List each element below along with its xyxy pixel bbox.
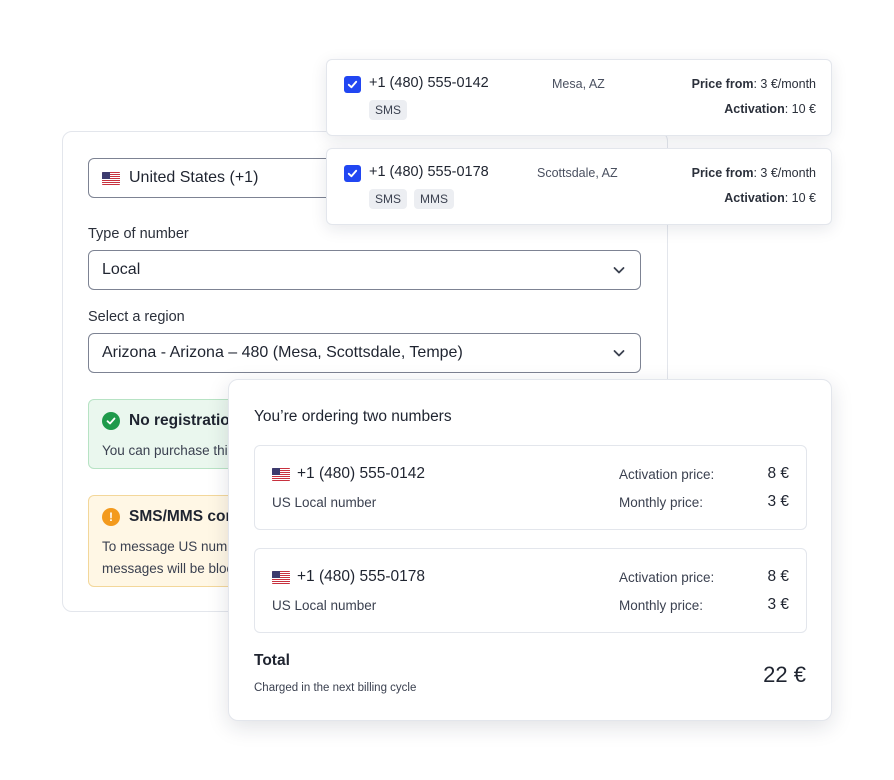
price-from: Price from: 3 €/month (692, 166, 816, 180)
type-of-number-select[interactable]: Local (88, 250, 641, 290)
activation-value: : 10 € (784, 191, 816, 205)
price-from-value: : 3 €/month (753, 77, 816, 91)
phone-number: +1 (480) 555-0178 (369, 164, 489, 180)
number-option-card[interactable]: +1 (480) 555-0178 Scottsdale, AZ SMS MMS… (326, 148, 832, 225)
activation-value: : 10 € (784, 102, 816, 116)
check-circle-icon (102, 412, 120, 430)
line-item-phone: +1 (480) 555-0142 (297, 465, 425, 482)
city-label: Mesa, AZ (552, 77, 605, 91)
city-label: Scottsdale, AZ (537, 166, 618, 180)
price-from-value: : 3 €/month (753, 166, 816, 180)
order-summary-card: You’re ordering two numbers +1 (480) 555… (228, 379, 832, 721)
activation-label: Activation (724, 102, 785, 116)
us-flag-icon (272, 570, 290, 584)
number-checkbox[interactable] (344, 165, 361, 182)
activation-fee: Activation: 10 € (724, 102, 816, 116)
type-of-number-label: Type of number (88, 226, 189, 242)
activation-price-value: 8 € (767, 568, 789, 585)
capability-tag-sms: SMS (369, 100, 408, 120)
line-item-type: US Local number (272, 495, 377, 510)
phone-number: +1 (480) 555-0142 (369, 75, 489, 91)
exclamation-circle-icon: ! (102, 508, 120, 526)
region-select[interactable]: Arizona - Arizona – 480 (Mesa, Scottsdal… (88, 333, 641, 373)
capability-tag-mms: MMS (414, 189, 455, 209)
price-from-label: Price from (691, 77, 754, 91)
region-value: Arizona - Arizona – 480 (Mesa, Scottsdal… (102, 344, 463, 361)
activation-price-value: 8 € (767, 465, 789, 482)
chevron-down-icon (613, 350, 625, 357)
monthly-price-value: 3 € (767, 596, 789, 613)
monthly-price-label: Monthly price: (619, 495, 704, 510)
check-icon (347, 169, 358, 178)
us-flag-icon (272, 467, 290, 481)
number-option-card[interactable]: +1 (480) 555-0142 Mesa, AZ SMS Price fro… (326, 59, 832, 136)
number-checkbox[interactable] (344, 76, 361, 93)
order-line-item: +1 (480) 555-0142 US Local number Activa… (254, 445, 807, 530)
activation-price-label: Activation price: (619, 570, 715, 585)
notice-title: SMS/MMS cor (129, 508, 232, 525)
total-label: Total (254, 652, 290, 669)
line-item-phone: +1 (480) 555-0178 (297, 568, 425, 585)
chevron-down-icon (613, 267, 625, 274)
country-select-value: United States (+1) (129, 169, 259, 186)
activation-label: Activation (724, 191, 785, 205)
line-item-type: US Local number (272, 598, 377, 613)
monthly-price-label: Monthly price: (619, 598, 704, 613)
activation-fee: Activation: 10 € (724, 191, 816, 205)
activation-price-label: Activation price: (619, 467, 715, 482)
total-subtext: Charged in the next billing cycle (254, 682, 417, 694)
region-label: Select a region (88, 309, 185, 325)
price-from-label: Price from (691, 166, 754, 180)
capability-tag-sms: SMS (369, 189, 408, 209)
us-flag-icon (102, 171, 120, 185)
order-line-item: +1 (480) 555-0178 US Local number Activa… (254, 548, 807, 633)
order-summary-title: You’re ordering two numbers (254, 408, 452, 425)
monthly-price-value: 3 € (767, 493, 789, 510)
check-icon (347, 80, 358, 89)
total-value: 22 € (763, 662, 806, 687)
notice-title: No registration (129, 412, 240, 429)
price-from: Price from: 3 €/month (692, 77, 816, 91)
type-of-number-value: Local (102, 261, 141, 278)
